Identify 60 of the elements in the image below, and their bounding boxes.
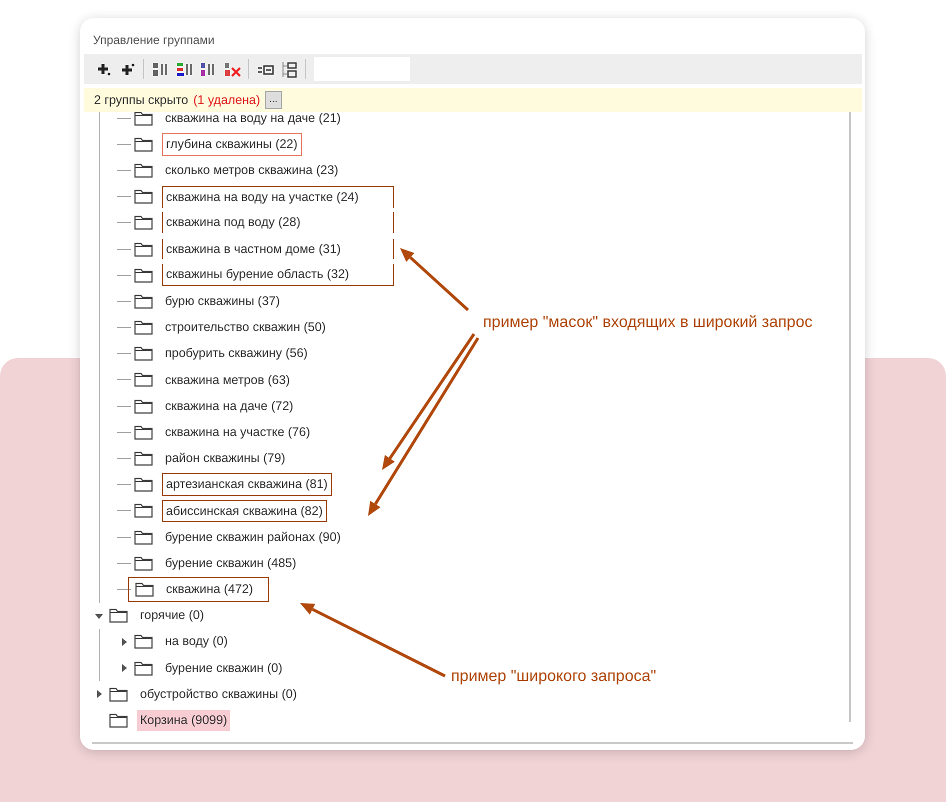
more-button[interactable]: ... [265,91,282,109]
folder-icon [134,503,153,518]
folder-icon [134,556,153,571]
tree-item-label[interactable]: глубина скважины (22) [162,132,302,156]
folder-icon [134,112,153,126]
folder-icon [134,634,153,650]
folder-icon [134,398,153,414]
folder-icon [134,424,153,440]
folder-icon [134,268,153,283]
tree-item-label[interactable]: скважина на участке (76) [162,422,314,443]
expand-arrow-icon[interactable] [119,663,129,674]
folder-icon [135,582,154,597]
annotation-text: пример "масок" входящих в широкий запрос [483,313,814,333]
tree-item-label[interactable]: сколько метров скважина (23) [162,160,342,181]
tree-item-label[interactable]: скважина в частном доме (31) [162,238,394,260]
tree-item-label[interactable]: скважина метров (63) [162,370,293,390]
tree-item-label[interactable]: Корзина (9099) [137,710,230,731]
folder-icon [134,294,153,309]
tree-item-label[interactable]: бурение скважин (485) [162,552,300,574]
folder-icon [109,712,128,728]
tree-item-label[interactable]: скважина на даче (72) [162,396,296,417]
folder-icon [134,162,153,178]
window-title: Управление группами [93,33,215,47]
folder-icon [134,530,153,545]
tree-item-label[interactable]: бурение скважин районах (90) [162,526,344,548]
tree-item-label[interactable]: скважина на воду на даче (21) [162,112,344,128]
tree-item-label[interactable]: скважина под воду (28) [162,212,394,234]
folder-icon [134,215,153,230]
tree-item-label[interactable]: скважина на воду на участке (24) [162,186,394,208]
tree-item-label[interactable]: пробурить скважину (56) [162,343,311,364]
hidden-groups-text: 2 группы скрыто [94,92,188,109]
folder-icon [134,320,153,336]
folder-icon [134,189,153,204]
tree-item-label[interactable]: скважина (472) [163,579,256,600]
tree-item-label[interactable]: на воду (0) [162,631,231,652]
folder-icon [134,451,153,466]
tree-item-label[interactable]: бурение скважин (0) [162,658,286,678]
arrow [400,248,469,312]
expand-arrow-icon[interactable] [94,689,104,700]
tree-item-label[interactable]: абиссинская скважина (82) [162,500,327,522]
tree-item-label[interactable]: горячие (0) [137,605,208,626]
tree-icon [280,60,298,78]
folder-icon [109,686,128,702]
folder-icon [134,660,153,676]
folder-icon [109,608,128,624]
tree-item-label[interactable]: скважины бурение область (32) [162,264,394,286]
tree-item-label[interactable]: район скважины (79) [162,448,288,469]
folder-icon [134,346,153,362]
folder-icon [134,242,153,257]
folder-icon [134,136,153,152]
tree-item-label[interactable]: бурю скважины (37) [162,291,283,312]
annotation-text: пример "широкого запроса" [451,667,658,687]
deleted-note: (1 удалена) [193,92,260,109]
folder-icon [134,477,153,492]
expand-arrow-icon[interactable] [119,636,129,647]
scrollbar[interactable] [849,112,851,722]
tree-item-label[interactable]: строительство скважин (50) [162,317,329,338]
folder-icon [134,372,153,388]
tree-item-label[interactable]: артезианская скважина (81) [162,473,332,496]
tree-item-label[interactable]: обустройство скважины (0) [137,684,300,705]
